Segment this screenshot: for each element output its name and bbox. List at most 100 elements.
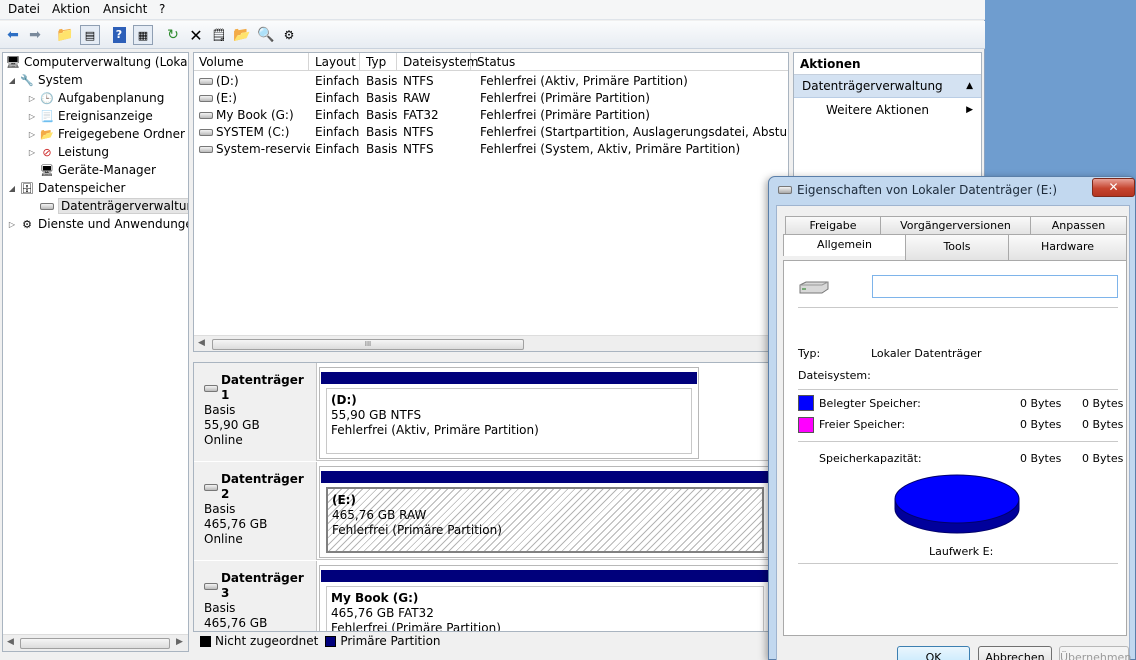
properties-icon[interactable]: 🗒 xyxy=(209,25,229,45)
expand-icon[interactable]: ▷ xyxy=(27,148,37,157)
partition-block[interactable]: My Book (G:) 465,76 GB FAT32 Fehlerfrei … xyxy=(319,565,771,631)
up-folder-icon[interactable]: 📁 xyxy=(55,25,75,45)
disk-name: Datenträger 3 xyxy=(220,571,304,600)
apply-button[interactable]: Übernehmen xyxy=(1059,646,1131,660)
free-space-swatch xyxy=(798,417,814,433)
more-actions-item[interactable]: Weitere Aktionen ▶ xyxy=(794,98,981,122)
menu-ansicht[interactable]: Ansicht xyxy=(103,2,147,16)
volume-status: Fehlerfrei (Primäre Partition) xyxy=(480,91,650,105)
column-layout[interactable]: Layout xyxy=(310,53,360,71)
menu-aktion[interactable]: Aktion xyxy=(52,2,90,16)
disk-row[interactable]: Datenträger 2 Basis 465,76 GB Online (E:… xyxy=(194,462,772,560)
table-row[interactable]: System-reserviert Einfach Basis NTFS Feh… xyxy=(194,141,788,158)
tab-hardware[interactable]: Hardware xyxy=(1008,234,1127,260)
scroll-thumb[interactable] xyxy=(20,638,170,649)
tree-dienste[interactable]: ▷ ⚙ Dienste und Anwendungen xyxy=(7,215,188,233)
collapse-icon[interactable]: ◢ xyxy=(7,184,17,193)
close-icon[interactable]: ✕ xyxy=(1092,178,1135,197)
back-icon[interactable]: ⬅ xyxy=(3,25,23,45)
tree-root[interactable]: 🖥 Computerverwaltung (Lokal) xyxy=(5,53,188,71)
volume-type: Basis xyxy=(366,108,397,122)
tab-freigabe[interactable]: Freigabe xyxy=(785,216,881,234)
column-volume[interactable]: Volume xyxy=(194,53,309,71)
scroll-left-icon[interactable]: ◀ xyxy=(7,637,14,647)
storage-icon: 🗄 xyxy=(20,181,34,195)
column-dateisystem[interactable]: Dateisystem xyxy=(398,53,478,71)
column-status[interactable]: Status xyxy=(472,53,788,71)
tab-anpassen[interactable]: Anpassen xyxy=(1030,216,1127,234)
tab-vorgaengerversionen[interactable]: Vorgängerversionen xyxy=(880,216,1031,234)
partition-size: 465,76 GB FAT32 xyxy=(331,606,434,620)
refresh-icon[interactable]: ↻ xyxy=(163,25,183,45)
table-row[interactable]: SYSTEM (C:) Einfach Basis NTFS Fehlerfre… xyxy=(194,124,788,141)
tree-aufgabenplanung[interactable]: ▷ 🕒 Aufgabenplanung xyxy=(27,89,164,107)
expand-icon[interactable]: ▷ xyxy=(27,112,37,121)
menu-datei[interactable]: Datei xyxy=(8,2,40,16)
primary-partition-bar xyxy=(321,372,697,384)
column-typ[interactable]: Typ xyxy=(361,53,397,71)
event-viewer-icon: 📃 xyxy=(40,109,54,123)
ok-button[interactable]: OK xyxy=(897,646,970,660)
scroll-right-icon[interactable]: ▶ xyxy=(176,637,183,647)
volume-filesystem: NTFS xyxy=(403,74,434,88)
computer-icon: 🖥 xyxy=(5,55,21,69)
volume-list: Volume Layout Typ Dateisystem Status (D:… xyxy=(193,52,789,352)
open-icon[interactable]: 📂 xyxy=(232,25,252,45)
search-icon[interactable]: 🔍 xyxy=(256,25,276,45)
expand-icon[interactable]: ▷ xyxy=(27,130,37,139)
actions-title: Aktionen xyxy=(794,53,981,75)
volume-filesystem: NTFS xyxy=(403,125,434,139)
disk-type: Basis xyxy=(204,403,236,417)
forward-icon[interactable]: ➡ xyxy=(25,25,45,45)
used-space-bytes: 0 Bytes xyxy=(1020,397,1062,410)
disk-legend: Nicht zugeordnet Primäre Partition xyxy=(193,632,773,650)
volume-name-field[interactable] xyxy=(872,275,1118,298)
tree-leistung[interactable]: ▷ ⊘ Leistung xyxy=(27,143,109,161)
show-hide-tree-icon[interactable]: ▤ xyxy=(80,25,100,45)
tree-system[interactable]: ◢ 🔧 System xyxy=(7,71,83,89)
tree-horizontal-scrollbar[interactable]: ◀ ▶ xyxy=(3,634,188,651)
disk-icon xyxy=(204,384,218,392)
disk-state: Online xyxy=(204,433,243,447)
collapse-up-icon[interactable]: ▲ xyxy=(966,75,973,98)
console-tree: 🖥 Computerverwaltung (Lokal) ◢ 🔧 System … xyxy=(2,52,189,652)
tree-ereignisanzeige[interactable]: ▷ 📃 Ereignisanzeige xyxy=(27,107,153,125)
cancel-button[interactable]: Abbrechen xyxy=(978,646,1052,660)
tab-tools[interactable]: Tools xyxy=(905,234,1009,260)
properties-dialog: Eigenschaften von Lokaler Datenträger (E… xyxy=(768,176,1136,660)
partition-block[interactable]: (D:) 55,90 GB NTFS Fehlerfrei (Aktiv, Pr… xyxy=(319,367,699,459)
volume-list-horizontal-scrollbar[interactable]: ◀ III xyxy=(194,335,788,351)
tree-datentraegerverwaltung[interactable]: Datenträgerverwaltung xyxy=(39,197,188,215)
collapse-icon[interactable]: ◢ xyxy=(7,76,17,85)
partition-block-selected[interactable]: (E:) 465,76 GB RAW Fehlerfrei (Primäre P… xyxy=(319,466,771,558)
menu-help[interactable]: ? xyxy=(159,2,165,16)
capacity-label: Speicherkapazität: xyxy=(819,452,922,465)
table-row[interactable]: (D:) Einfach Basis NTFS Fehlerfrei (Akti… xyxy=(194,73,788,90)
disk-row[interactable]: Datenträger 1 Basis 55,90 GB Online (D:)… xyxy=(194,363,772,461)
drive-icon xyxy=(778,186,792,194)
tree-datenspeicher[interactable]: ◢ 🗄 Datenspeicher xyxy=(7,179,125,197)
table-row[interactable]: (E:) Einfach Basis RAW Fehlerfrei (Primä… xyxy=(194,90,788,107)
scroll-left-icon[interactable]: ◀ xyxy=(198,338,205,348)
tree-geraete-manager[interactable]: 🖥 Geräte-Manager xyxy=(39,161,156,179)
tree-freigegebene-ordner[interactable]: ▷ 📂 Freigegebene Ordner xyxy=(27,125,185,143)
scroll-thumb[interactable]: III xyxy=(212,339,524,350)
expand-icon[interactable]: ▷ xyxy=(7,220,17,229)
properties-view-icon[interactable]: ▦ xyxy=(133,25,153,45)
volume-layout: Einfach xyxy=(315,108,360,122)
volume-filesystem: FAT32 xyxy=(403,108,439,122)
drive-icon xyxy=(199,129,213,136)
device-manager-icon: 🖥 xyxy=(40,163,54,177)
expand-icon[interactable]: ▷ xyxy=(27,94,37,103)
disk-row[interactable]: Datenträger 3 Basis 465,76 GB Online My … xyxy=(194,561,772,631)
partition-status: Fehlerfrei (Aktiv, Primäre Partition) xyxy=(331,423,539,437)
delete-icon[interactable]: ✕ xyxy=(186,25,206,45)
drive-icon xyxy=(199,95,213,102)
hard-drive-icon xyxy=(799,281,829,294)
actions-section-header[interactable]: Datenträgerverwaltung ▲ xyxy=(794,75,981,98)
help-icon[interactable]: ? xyxy=(109,25,129,45)
settings-icon[interactable]: ⚙ xyxy=(279,25,299,45)
table-row[interactable]: My Book (G:) Einfach Basis FAT32 Fehlerf… xyxy=(194,107,788,124)
tab-allgemein[interactable]: Allgemein xyxy=(783,234,906,256)
toolbar: ⬅ ➡ 📁 ▤ ? ▦ ↻ ✕ 🗒 📂 🔍 ⚙ xyxy=(0,21,985,49)
